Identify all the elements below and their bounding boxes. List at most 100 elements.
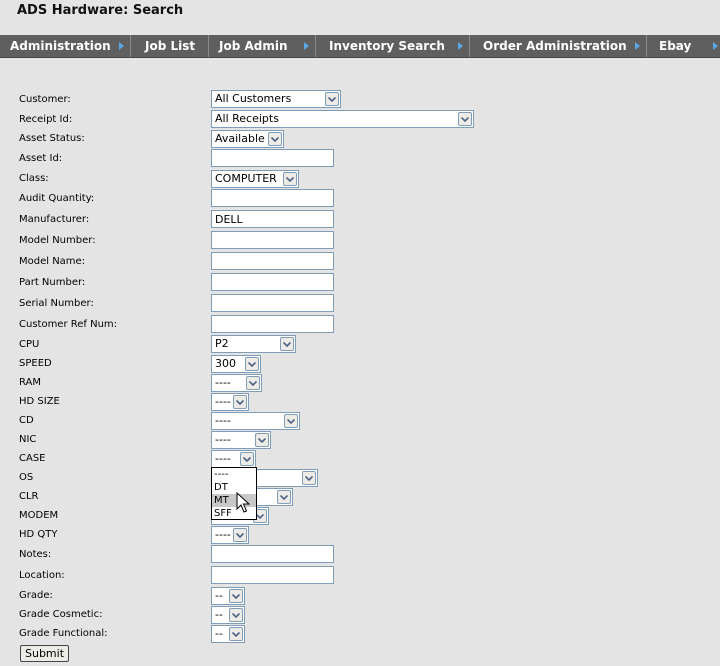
- label-cd: CD: [19, 415, 34, 426]
- chevron-down-icon: [280, 337, 294, 351]
- grade-select[interactable]: --: [211, 587, 245, 605]
- select-value: 300: [215, 357, 236, 370]
- label-cpu: CPU: [19, 339, 40, 350]
- label-notes: Notes:: [19, 549, 52, 560]
- hd-size-select[interactable]: ----: [211, 393, 249, 411]
- label-model-number: Model Number:: [19, 235, 96, 246]
- label-model-name: Model Name:: [19, 256, 86, 267]
- customer-ref-num-input[interactable]: [211, 315, 334, 333]
- label-modem: MODEM: [19, 510, 59, 521]
- label-receipt-id: Receipt Id:: [19, 114, 73, 125]
- nav-job-admin[interactable]: Job Admin: [209, 35, 316, 57]
- part-number-input[interactable]: [211, 273, 334, 291]
- chevron-down-icon: [255, 433, 269, 447]
- chevron-down-icon: [284, 414, 298, 428]
- label-grade-functional: Grade Functional:: [19, 628, 108, 639]
- model-number-input[interactable]: [211, 231, 334, 249]
- chevron-down-icon: [229, 608, 243, 622]
- label-asset-id: Asset Id:: [19, 153, 63, 164]
- select-value: P2: [215, 337, 229, 350]
- page-title: ADS Hardware: Search: [17, 3, 184, 18]
- chevron-down-icon: [245, 357, 259, 371]
- label-grade: Grade:: [19, 590, 53, 601]
- case-select[interactable]: ----: [211, 450, 256, 468]
- select-value: ----: [215, 528, 231, 541]
- nav-label: Inventory Search: [329, 39, 445, 53]
- select-value: --: [215, 589, 223, 602]
- arrow-right-icon: [713, 42, 718, 50]
- notes-input[interactable]: [211, 545, 334, 563]
- audit-quantity-input[interactable]: [211, 189, 334, 207]
- select-value: ----: [215, 414, 231, 427]
- label-asset-status: Asset Status:: [19, 133, 85, 144]
- nav-ebay[interactable]: Ebay: [647, 35, 720, 57]
- submit-button[interactable]: Submit: [20, 645, 70, 662]
- label-class: Class:: [19, 173, 49, 184]
- label-part-number: Part Number:: [19, 277, 86, 288]
- mouse-cursor-icon: [236, 492, 250, 513]
- arrow-right-icon: [458, 42, 463, 50]
- ram-select[interactable]: ----: [211, 374, 262, 392]
- speed-select[interactable]: 300: [211, 355, 261, 373]
- select-value: COMPUTER: [215, 172, 277, 185]
- nav-label: Ebay: [659, 39, 692, 53]
- model-name-input[interactable]: [211, 252, 334, 270]
- chevron-down-icon: [233, 395, 247, 409]
- serial-number-input[interactable]: [211, 294, 334, 312]
- hd-qty-select[interactable]: ----: [211, 526, 249, 544]
- select-value: ----: [215, 433, 231, 446]
- cd-select[interactable]: ----: [211, 412, 300, 430]
- dropdown-option[interactable]: ----: [212, 468, 256, 481]
- select-value: ----: [215, 452, 231, 465]
- label-manufacturer: Manufacturer:: [19, 214, 90, 225]
- label-hd-qty: HD QTY: [19, 529, 58, 540]
- select-value: --: [215, 627, 223, 640]
- chevron-down-icon: [229, 589, 243, 603]
- chevron-down-icon: [229, 627, 243, 641]
- nav-label: Order Administration: [483, 39, 627, 53]
- asset-status-select[interactable]: Available: [211, 130, 284, 148]
- nav-inventory-search[interactable]: Inventory Search: [316, 35, 470, 57]
- nav-label: Job List: [145, 39, 196, 53]
- manufacturer-input[interactable]: [211, 210, 334, 228]
- chevron-down-icon: [268, 132, 282, 146]
- label-speed: SPEED: [19, 358, 52, 369]
- grade-functional-select[interactable]: --: [211, 625, 245, 643]
- nav-job-list[interactable]: Job List: [131, 35, 209, 57]
- chevron-down-icon: [458, 112, 472, 126]
- label-location: Location:: [19, 570, 65, 581]
- cpu-select[interactable]: P2: [211, 335, 296, 353]
- nic-select[interactable]: ----: [211, 431, 271, 449]
- label-audit-quantity: Audit Quantity:: [19, 193, 95, 204]
- nav-administration[interactable]: Administration: [0, 35, 131, 57]
- label-serial-number: Serial Number:: [19, 298, 94, 309]
- grade-cosmetic-select[interactable]: --: [211, 606, 245, 624]
- chevron-down-icon: [277, 490, 291, 504]
- chevron-down-icon: [240, 452, 254, 466]
- label-grade-cosmetic: Grade Cosmetic:: [19, 609, 103, 620]
- chevron-down-icon: [246, 376, 260, 390]
- select-value: Available: [215, 132, 265, 145]
- case-dropdown-list: ---- DT MT SFF: [211, 467, 257, 520]
- nav-order-administration[interactable]: Order Administration: [470, 35, 647, 57]
- label-os: OS: [19, 472, 34, 483]
- select-value: --: [215, 608, 223, 621]
- label-clr: CLR: [19, 491, 39, 502]
- chevron-down-icon: [233, 528, 247, 542]
- select-value: All Customers: [215, 92, 292, 105]
- arrow-right-icon: [119, 42, 124, 50]
- asset-id-input[interactable]: [211, 149, 334, 167]
- chevron-down-icon: [325, 92, 339, 106]
- receipt-id-select[interactable]: All Receipts: [211, 110, 474, 128]
- select-value: ----: [215, 376, 231, 389]
- select-value: ----: [215, 395, 231, 408]
- class-select[interactable]: COMPUTER: [211, 170, 299, 188]
- location-input[interactable]: [211, 566, 334, 584]
- nav-label: Administration: [10, 39, 111, 53]
- customer-select[interactable]: All Customers: [211, 90, 341, 108]
- nav-label: Job Admin: [219, 39, 288, 53]
- label-nic: NIC: [19, 434, 37, 445]
- label-customer: Customer:: [19, 94, 71, 105]
- arrow-right-icon: [635, 42, 640, 50]
- chevron-down-icon: [302, 471, 316, 485]
